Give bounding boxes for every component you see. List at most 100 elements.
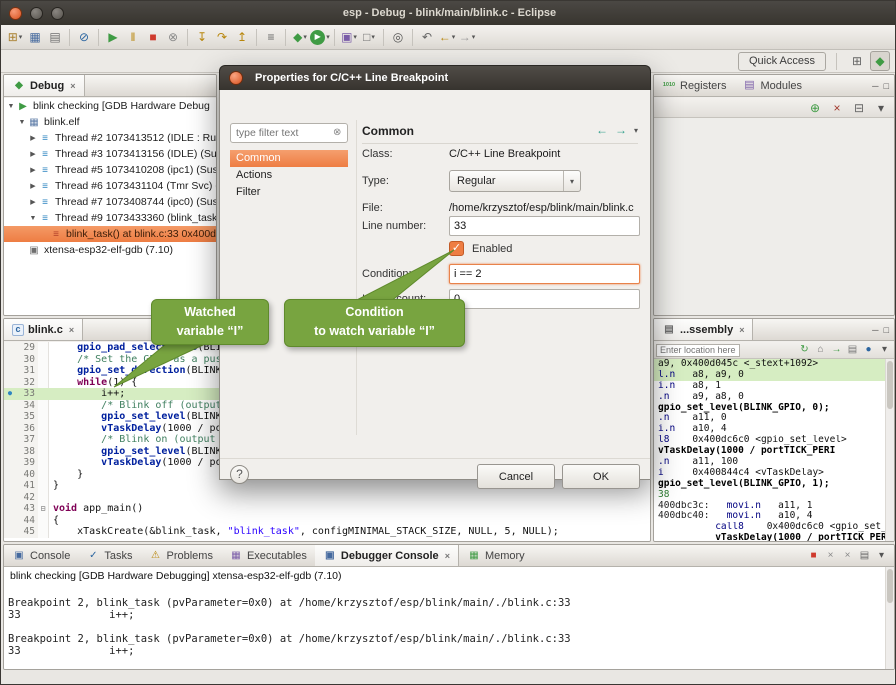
debug-tree-item[interactable]: ▼▶blink checking [GDB Hardware Debug bbox=[4, 98, 216, 114]
scrollbar[interactable] bbox=[885, 359, 894, 541]
debug-tree-item[interactable]: ▶≡Thread #5 1073410208 (ipc1) (Susp bbox=[4, 162, 216, 178]
debug-tree-item[interactable]: ≡blink_task() at blink.c:33 0x400db bbox=[4, 226, 216, 242]
filter-input[interactable] bbox=[230, 123, 348, 143]
clear-console-icon[interactable]: ▤ bbox=[856, 547, 873, 564]
skip-breakpoints-icon[interactable]: ⊘ bbox=[74, 27, 94, 47]
tab-registers[interactable]: 1010Registers bbox=[654, 75, 734, 96]
code-line[interactable]: 42 bbox=[4, 492, 650, 504]
toggle-breakpoint-icon[interactable]: ● bbox=[861, 343, 876, 358]
forward-icon[interactable]: →▾ bbox=[457, 27, 477, 47]
view-menu-icon[interactable]: ▾ bbox=[871, 98, 891, 118]
disassembly-line[interactable]: a9, 0x400d045c <_stext+1092> bbox=[654, 359, 894, 370]
scrollbar-thumb[interactable] bbox=[887, 569, 893, 603]
expand-arrow-icon[interactable]: ▶ bbox=[28, 150, 38, 158]
dialog-sidebar-item-common[interactable]: Common bbox=[230, 150, 348, 167]
remove-all-launches-icon[interactable]: × bbox=[839, 547, 856, 564]
dialog-sidebar-item-filter[interactable]: Filter bbox=[230, 184, 348, 201]
dialog-sidebar-item-actions[interactable]: Actions bbox=[230, 167, 348, 184]
debug-tree-item[interactable]: ▶≡Thread #7 1073408744 (ipc0) (Susp bbox=[4, 194, 216, 210]
tab-memory[interactable]: ▦Memory bbox=[459, 545, 533, 566]
debug-tree-item[interactable]: ▶≡Thread #6 1073431104 (Tmr Svc) (S bbox=[4, 178, 216, 194]
code-line[interactable]: 43⊟void app_main() bbox=[4, 503, 650, 515]
debug-icon[interactable]: ◆▾ bbox=[290, 27, 310, 47]
disassembly-line[interactable]: vTaskDelay(1000 / portTICK_PERI bbox=[654, 446, 894, 457]
ignore-count-input[interactable] bbox=[449, 289, 640, 309]
disassembly-line[interactable]: 38 bbox=[654, 490, 894, 501]
tab-debugger-console[interactable]: ▣Debugger Console× bbox=[315, 545, 459, 566]
fold-icon[interactable]: ⊟ bbox=[38, 503, 49, 515]
code-line[interactable]: 45 xTaskCreate(&blink_task, "blink_task"… bbox=[4, 526, 650, 538]
scrollbar[interactable] bbox=[885, 567, 894, 669]
clear-filter-icon[interactable]: ⊗ bbox=[333, 127, 341, 138]
add-register-group-icon[interactable]: ⊕ bbox=[805, 98, 825, 118]
debug-perspective-icon[interactable]: ◆ bbox=[870, 51, 890, 71]
step-over-icon[interactable]: ↷ bbox=[212, 27, 232, 47]
window-close-button[interactable] bbox=[9, 7, 22, 20]
forward-icon[interactable]: → bbox=[615, 123, 627, 137]
disassembly-line[interactable]: .n a11, 100 bbox=[654, 457, 894, 468]
tab-console[interactable]: ▣Console bbox=[4, 545, 78, 566]
follow-pc-icon[interactable]: → bbox=[829, 343, 844, 358]
last-edit-location-icon[interactable]: ↶ bbox=[417, 27, 437, 47]
close-icon[interactable]: × bbox=[739, 325, 744, 335]
tab-blink-c[interactable]: c blink.c × bbox=[4, 319, 83, 340]
chevron-down-icon[interactable]: ▾ bbox=[634, 126, 638, 135]
ok-button[interactable]: OK bbox=[562, 464, 640, 489]
resume-icon[interactable]: ▶ bbox=[103, 27, 123, 47]
expand-arrow-icon[interactable]: ▼ bbox=[28, 215, 38, 222]
view-menu-icon[interactable]: ▾ bbox=[877, 343, 892, 358]
location-input[interactable] bbox=[656, 344, 740, 357]
instruction-stepping-icon[interactable]: ≡ bbox=[261, 27, 281, 47]
back-icon[interactable]: ← bbox=[596, 123, 608, 137]
disassembly-line[interactable]: .n a9, a8, 0 bbox=[654, 392, 894, 403]
tab-executables[interactable]: ▦Executables bbox=[221, 545, 315, 566]
new-icon[interactable]: ⊞▾ bbox=[5, 27, 25, 47]
expand-arrow-icon[interactable]: ▶ bbox=[28, 166, 38, 174]
scrollbar-thumb[interactable] bbox=[887, 361, 893, 409]
step-return-icon[interactable]: ↥ bbox=[232, 27, 252, 47]
window-maximize-button[interactable] bbox=[51, 7, 64, 20]
disassembly-line[interactable]: gpio_set_level(BLINK_GPIO, 0); bbox=[654, 403, 894, 414]
help-button[interactable]: ? bbox=[230, 465, 249, 484]
tab-debug[interactable]: ◆ Debug × bbox=[4, 75, 85, 96]
close-icon[interactable]: × bbox=[445, 551, 450, 561]
disassembly-line[interactable]: call8 0x400dc6c0 <gpio_set_level> bbox=[654, 522, 894, 533]
disassembly-line[interactable]: .n a11, 0 bbox=[654, 413, 894, 424]
disconnect-icon[interactable]: ⊗ bbox=[163, 27, 183, 47]
enabled-checkbox[interactable]: ✓ bbox=[449, 241, 464, 256]
refresh-icon[interactable]: ↻ bbox=[797, 343, 812, 358]
view-menu-icon[interactable]: ▾ bbox=[873, 547, 890, 564]
tab-tasks[interactable]: ✓Tasks bbox=[78, 545, 140, 566]
debug-tree-item[interactable]: ▶≡Thread #3 1073413156 (IDLE) (Susp bbox=[4, 146, 216, 162]
disassembly-line[interactable]: i.n a8, 1 bbox=[654, 381, 894, 392]
debug-tree-item[interactable]: ▼▦blink.elf bbox=[4, 114, 216, 130]
debug-tree-item[interactable]: ▶≡Thread #2 1073413512 (IDLE : Runn bbox=[4, 130, 216, 146]
debug-tree-item[interactable]: ▼≡Thread #9 1073433360 (blink_task bbox=[4, 210, 216, 226]
open-perspective-icon[interactable]: ⊞ bbox=[847, 51, 867, 71]
search-icon[interactable]: ◎ bbox=[388, 27, 408, 47]
expand-arrow-icon[interactable]: ▶ bbox=[28, 182, 38, 190]
disassembly-line[interactable]: i 0x400844c4 <vTaskDelay> bbox=[654, 468, 894, 479]
minimize-view-icon[interactable]: ─ bbox=[872, 325, 878, 335]
terminate-icon[interactable]: ■ bbox=[805, 547, 822, 564]
expand-arrow-icon[interactable]: ▼ bbox=[17, 119, 27, 126]
new-c-project-icon[interactable]: ▣▾ bbox=[339, 27, 359, 47]
run-icon[interactable]: ▶▾ bbox=[310, 27, 330, 47]
disassembly-line[interactable]: 400dbc40: movi.n a10, 4 bbox=[654, 511, 894, 522]
dialog-titlebar[interactable]: Properties for C/C++ Line Breakpoint bbox=[219, 65, 651, 90]
type-select[interactable]: Regular ▾ bbox=[449, 170, 581, 192]
save-icon[interactable]: ▦ bbox=[25, 27, 45, 47]
disassembly-line[interactable]: vTaskDelay(1000 / portTICK_PERI bbox=[654, 533, 894, 541]
tab-modules[interactable]: ▤Modules bbox=[734, 75, 810, 96]
condition-input[interactable] bbox=[449, 264, 640, 284]
show-source-icon[interactable]: ▤ bbox=[845, 343, 860, 358]
tab-problems[interactable]: ⚠Problems bbox=[140, 545, 220, 566]
minimize-view-icon[interactable]: ─ bbox=[872, 81, 878, 91]
disassembly-line[interactable]: i.n a10, 4 bbox=[654, 424, 894, 435]
disassembly-content[interactable]: a9, 0x400d045c <_stext+1092>l.n a8, a9, … bbox=[654, 359, 894, 541]
expand-arrow-icon[interactable]: ▶ bbox=[28, 198, 38, 206]
expand-arrow-icon[interactable]: ▶ bbox=[28, 134, 38, 142]
window-minimize-button[interactable] bbox=[30, 7, 43, 20]
console-output[interactable]: Breakpoint 2, blink_task (pvParameter=0x… bbox=[4, 585, 894, 657]
remove-icon[interactable]: × bbox=[827, 98, 847, 118]
